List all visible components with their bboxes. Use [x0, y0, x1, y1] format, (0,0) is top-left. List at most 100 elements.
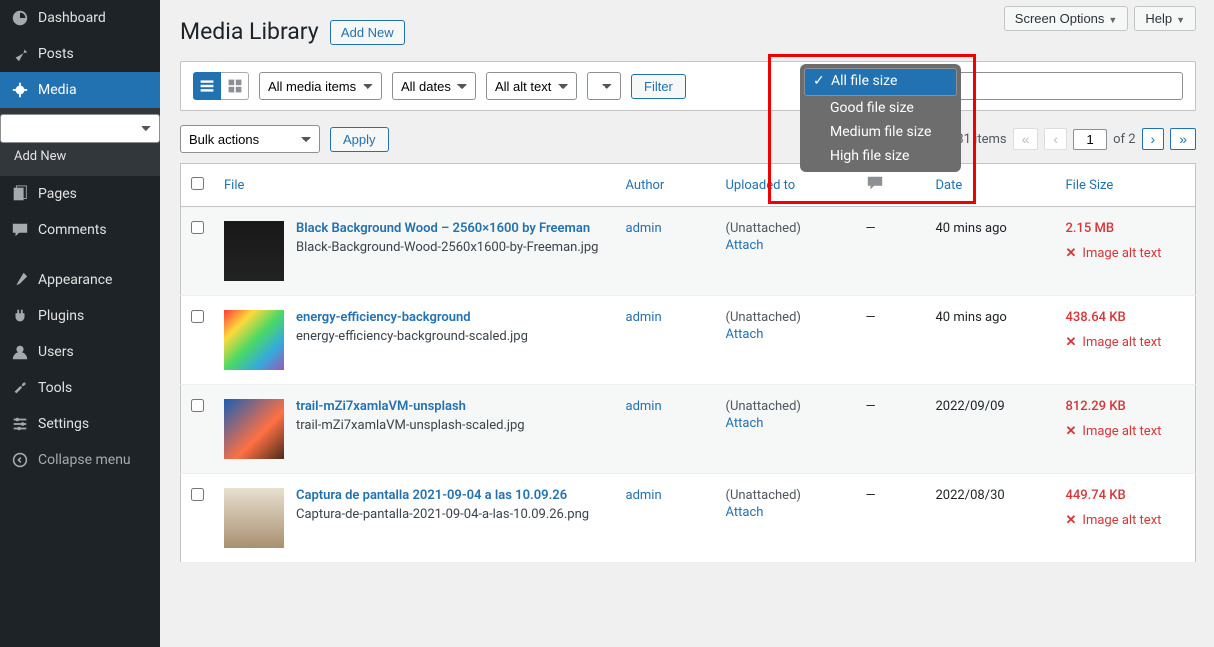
sidebar-item-appearance[interactable]: Appearance: [0, 262, 160, 298]
sidebar-item-posts[interactable]: Posts: [0, 36, 160, 72]
screen-options-label: Screen Options: [1015, 11, 1105, 26]
sidebar-item-plugins[interactable]: Plugins: [0, 298, 160, 334]
sidebar-collapse[interactable]: Collapse menu: [0, 442, 160, 478]
x-icon: ✕: [1066, 513, 1077, 528]
prev-page-button[interactable]: ‹: [1044, 128, 1067, 150]
file-header[interactable]: File: [214, 164, 616, 207]
file-title-link[interactable]: energy-efficiency-background: [296, 310, 528, 325]
thumbnail[interactable]: [224, 488, 284, 548]
file-size-header[interactable]: File Size: [1056, 164, 1196, 207]
attach-link[interactable]: Attach: [726, 505, 846, 520]
row-checkbox[interactable]: [191, 399, 204, 412]
media-type-select[interactable]: All media items: [259, 72, 382, 100]
file-size-select[interactable]: [587, 72, 621, 100]
file-title-link[interactable]: Black Background Wood – 2560×1600 by Fre…: [296, 221, 598, 236]
alt-warn-label: Image alt text: [1082, 424, 1161, 439]
sidebar-label: Tools: [38, 380, 72, 396]
sidebar-item-comments[interactable]: Comments: [0, 212, 160, 248]
first-page-button[interactable]: «: [1013, 128, 1039, 150]
search-input[interactable]: [953, 72, 1183, 100]
row-checkbox[interactable]: [191, 221, 204, 234]
apply-button[interactable]: Apply: [330, 127, 389, 152]
filter-button[interactable]: Filter: [631, 74, 686, 99]
thumbnail[interactable]: [224, 221, 284, 281]
sidebar-sub-addnew[interactable]: Add New: [0, 143, 160, 170]
col-label: Author: [626, 178, 665, 193]
date-cell: 2022/09/09: [926, 385, 1056, 474]
table-row: trail-mZi7xamlaVM-unsplashtrail-mZi7xaml…: [181, 385, 1196, 474]
thumbnail[interactable]: [224, 399, 284, 459]
select-all-checkbox[interactable]: [191, 177, 204, 190]
sidebar-item-tools[interactable]: Tools: [0, 370, 160, 406]
alt-text-warning: ✕Image alt text: [1066, 335, 1186, 350]
alt-text-warning: ✕ Image alt text: [1066, 424, 1186, 439]
dropdown-option[interactable]: All file size: [804, 68, 957, 96]
alt-text-select[interactable]: All alt text: [486, 72, 577, 100]
file-title-link[interactable]: Captura de pantalla 2021-09-04 a las 10.…: [296, 488, 589, 503]
media-table: File Author Uploaded to Date File Size B…: [180, 163, 1196, 563]
dropdown-option[interactable]: Good file size: [804, 96, 957, 120]
media-icon: [10, 80, 30, 100]
chevron-down-icon: ▼: [1176, 15, 1185, 25]
sidebar-label: Media: [38, 82, 77, 98]
sidebar-label: Pages: [38, 186, 77, 202]
date-cell: 2022/08/30: [926, 474, 1056, 563]
author-link[interactable]: admin: [626, 221, 662, 236]
sidebar-item-media[interactable]: Media: [0, 72, 160, 108]
unattached-label: (Unattached): [726, 221, 801, 236]
sidebar-item-dashboard[interactable]: Dashboard: [0, 0, 160, 36]
alt-warn-label: Image alt text: [1082, 513, 1161, 528]
table-row: Black Background Wood – 2560×1600 by Fre…: [181, 207, 1196, 296]
filter-bar: All media items All dates All alt text F…: [180, 61, 1196, 111]
table-row: Captura de pantalla 2021-09-04 a las 10.…: [181, 474, 1196, 563]
file-title-link[interactable]: trail-mZi7xamlaVM-unsplash: [296, 399, 525, 414]
screen-meta: Screen Options▼ Help▼: [1004, 6, 1196, 31]
attach-link[interactable]: Attach: [726, 416, 846, 431]
table-row: energy-efficiency-backgroundenergy-effic…: [181, 296, 1196, 385]
author-link[interactable]: admin: [626, 310, 662, 325]
view-list-icon[interactable]: [193, 72, 221, 100]
screen-options-button[interactable]: Screen Options▼: [1004, 6, 1129, 31]
row-checkbox[interactable]: [191, 488, 204, 501]
next-page-button[interactable]: ›: [1142, 128, 1165, 150]
x-icon: ✕: [1066, 246, 1077, 261]
sidebar-item-pages[interactable]: Pages: [0, 176, 160, 212]
sidebar-label: Dashboard: [38, 10, 106, 26]
attach-link[interactable]: Attach: [726, 327, 846, 342]
dropdown-option[interactable]: High file size: [804, 144, 957, 168]
add-new-button[interactable]: Add New: [330, 20, 405, 45]
file-name: Black-Background-Wood-2560x1600-by-Freem…: [296, 240, 598, 255]
unattached-label: (Unattached): [726, 310, 801, 325]
total-pages: of 2: [1113, 132, 1135, 147]
dropdown-option[interactable]: Medium file size: [804, 120, 957, 144]
page-title: Media Library: [180, 0, 319, 57]
attach-link[interactable]: Attach: [726, 238, 846, 253]
dates-select[interactable]: All dates: [392, 72, 476, 100]
sidebar-item-settings[interactable]: Settings: [0, 406, 160, 442]
alt-text-warning: ✕ Image alt text: [1066, 513, 1186, 528]
author-header[interactable]: Author: [616, 164, 716, 207]
author-link[interactable]: admin: [626, 488, 662, 503]
thumbnail[interactable]: [224, 310, 284, 370]
alt-warn-label: Image alt text: [1082, 335, 1161, 350]
help-label: Help: [1145, 11, 1172, 26]
last-page-button[interactable]: »: [1170, 128, 1196, 150]
pagination: 31 items « ‹ of 2 › »: [956, 128, 1196, 150]
x-icon: ✕: [1066, 424, 1077, 439]
bulk-actions-select[interactable]: Bulk actions: [180, 125, 320, 153]
items-count: 31 items: [956, 132, 1006, 147]
chevron-down-icon: ▼: [1108, 15, 1117, 25]
help-button[interactable]: Help ▼: [1134, 6, 1196, 31]
row-checkbox[interactable]: [191, 310, 204, 323]
current-page-input[interactable]: [1073, 129, 1107, 150]
sidebar-item-users[interactable]: Users: [0, 334, 160, 370]
sliders-icon: [10, 414, 30, 434]
unattached-label: (Unattached): [726, 399, 801, 414]
view-grid-icon[interactable]: [221, 72, 249, 100]
bulk-row: Bulk actions Apply 31 items « ‹ of 2 › »: [180, 125, 1196, 153]
sidebar-sub-library[interactable]: Library: [0, 114, 160, 143]
pin-icon: [10, 44, 30, 64]
sidebar-label: Users: [38, 344, 74, 360]
author-link[interactable]: admin: [626, 399, 662, 414]
unattached-label: (Unattached): [726, 488, 801, 503]
